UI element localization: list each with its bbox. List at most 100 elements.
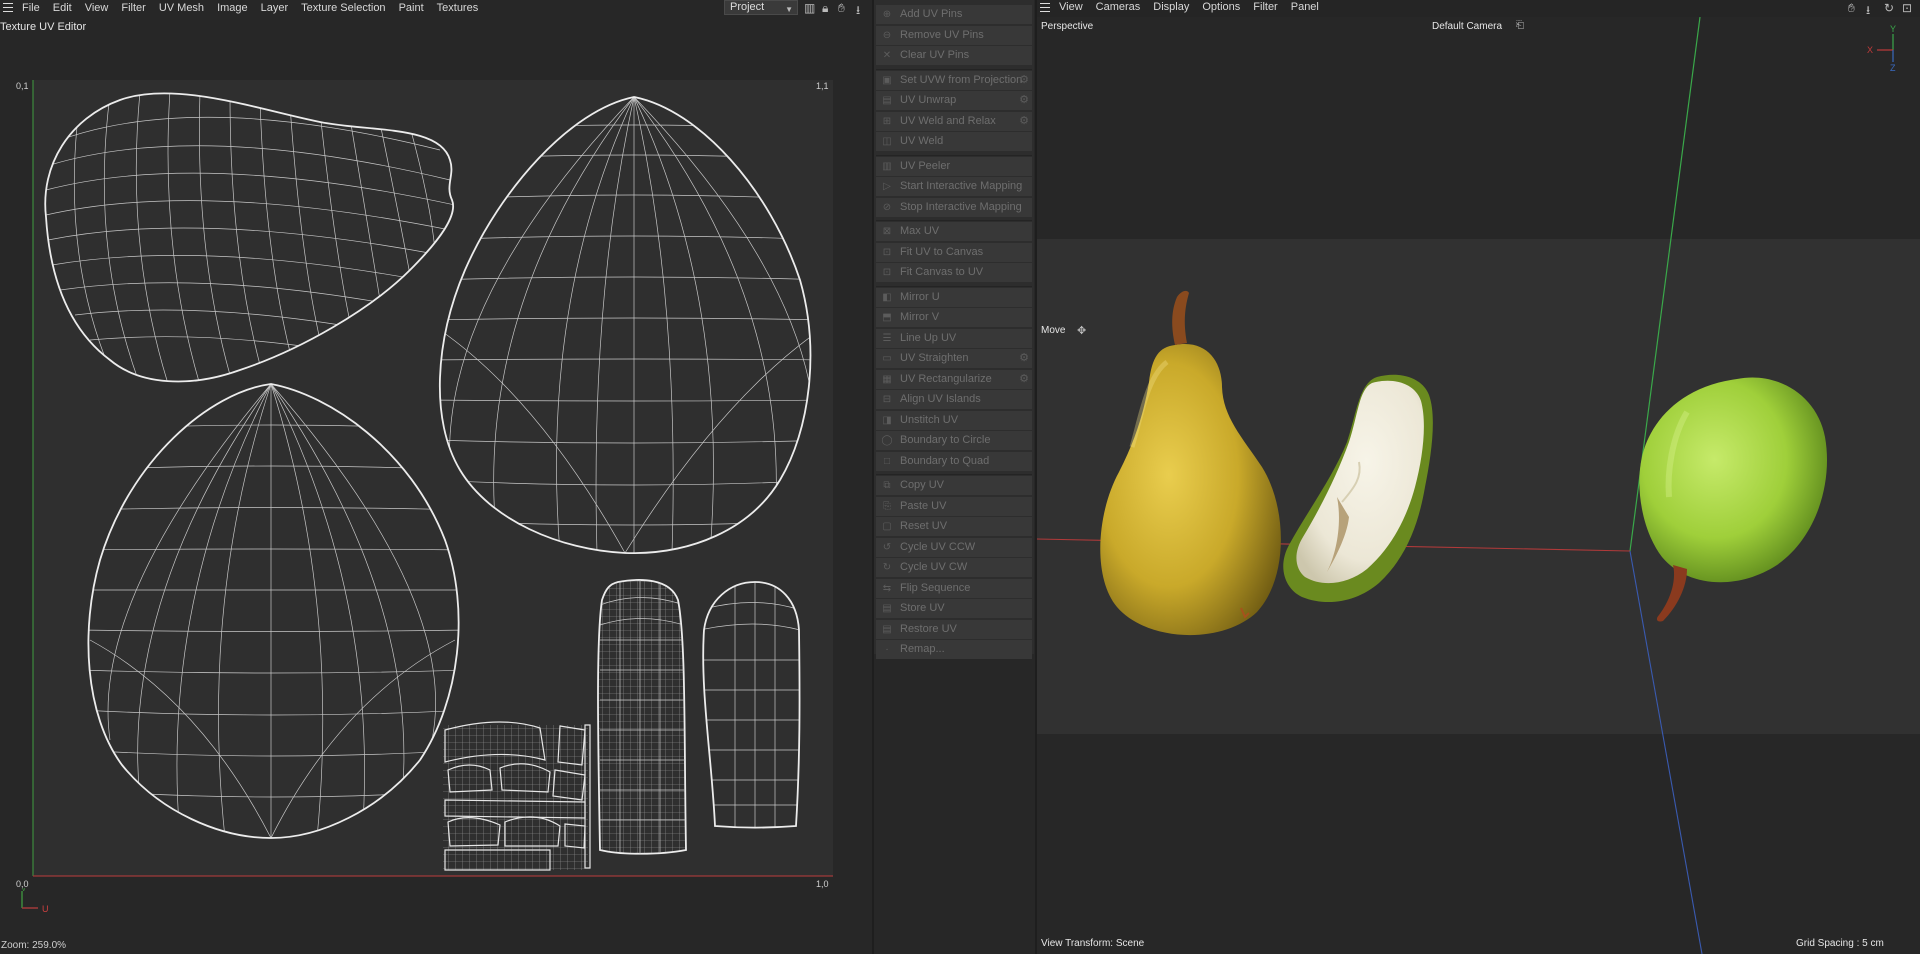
viewport-menu-view[interactable]: View [1059, 1, 1083, 13]
uv-canvas[interactable] [0, 60, 872, 940]
uv-tool-label: Reset UV [900, 520, 948, 532]
viewport-menu-filter[interactable]: Filter [1253, 1, 1277, 13]
mirror-u-icon: ◧ [882, 291, 892, 303]
viewport-menu-panel[interactable]: Panel [1291, 1, 1319, 13]
line-up-icon: ☰ [882, 332, 892, 344]
v-axis-label: V [21, 888, 27, 893]
uv-tool-label: UV Rectangularize [900, 372, 992, 385]
perspective-viewport[interactable]: View Cameras Display Options Filter Pane… [1037, 0, 1920, 954]
uv-tool-label: UV Weld and Relax [900, 114, 996, 127]
uv-tool-button[interactable]: ⊘ Stop Interactive Mapping [876, 197, 1032, 217]
project-select[interactable]: Project ▼ [724, 0, 798, 15]
paste-icon: ⎘ [883, 500, 891, 512]
menu-edit[interactable]: Edit [53, 2, 72, 14]
uv-tool-button[interactable]: ◨ Unstitch UV [876, 410, 1032, 430]
weld-icon: ◫ [882, 136, 892, 147]
dolly-icon[interactable]: ⭳ [856, 1, 860, 22]
hamburger-menu-icon[interactable] [1040, 2, 1050, 12]
uv-island-cluster[interactable] [443, 721, 591, 871]
rotate-icon[interactable]: ↻ [1884, 1, 1894, 15]
uv-tool-button[interactable]: ⊟ Align UV Islands [876, 390, 1032, 409]
stop-icon: ⊘ [882, 201, 892, 213]
uv-tool-label: UV Peeler [900, 159, 951, 172]
viewport-menu-options[interactable]: Options [1202, 1, 1240, 13]
gear-icon[interactable]: ⚙ [1019, 91, 1029, 110]
pin-icon: ⊕ [882, 9, 892, 20]
pin-remove-icon: ⊖ [882, 29, 892, 41]
coord-bottom-right: 1,0 [816, 879, 829, 889]
store-icon: ▤ [882, 603, 892, 614]
viewport-menubar: View Cameras Display Options Filter Pane… [1037, 0, 1920, 17]
menu-uv-mesh[interactable]: UV Mesh [159, 2, 204, 14]
histogram-icon[interactable]: ▥ [804, 1, 815, 15]
uv-tool-button[interactable]: · Remap... [876, 640, 1032, 659]
gear-icon[interactable]: ⚙ [1019, 349, 1029, 368]
rectangularize-icon: ▦ [882, 373, 892, 385]
uv-tool-button[interactable]: □ Boundary to Quad [876, 451, 1032, 471]
maximize-icon[interactable]: ⊡ [1902, 1, 1912, 15]
uv-tool-button[interactable]: ☰ Line Up UV [876, 328, 1032, 348]
uv-tool-button[interactable]: ↺ Cycle UV CCW [876, 537, 1032, 557]
uv-tool-button[interactable]: ▥ UV Peeler [876, 156, 1032, 176]
menu-texture-selection[interactable]: Texture Selection [301, 2, 385, 14]
menu-image[interactable]: Image [217, 2, 248, 14]
gear-icon[interactable]: ⚙ [1019, 370, 1029, 389]
camera-link-icon[interactable]: ⎗ [1516, 20, 1524, 31]
uv-tool-button[interactable]: ▢ Reset UV [876, 517, 1032, 536]
uv-tool-label: Cycle UV CCW [900, 540, 976, 553]
menu-textures[interactable]: Textures [437, 2, 479, 14]
uv-tool-button[interactable]: ▭ UV Straighten ⚙ [876, 349, 1032, 368]
uv-tool-button[interactable]: ◯ Boundary to Circle [876, 431, 1032, 450]
uv-tool-button[interactable]: ⊡ Fit Canvas to UV [876, 263, 1032, 282]
uv-editor-menubar: File Edit View Filter UV Mesh Image Laye… [0, 0, 491, 15]
uv-tool-button[interactable]: ⎘ Paste UV [876, 496, 1032, 516]
uv-tool-button[interactable]: ▦ UV Rectangularize ⚙ [876, 369, 1032, 389]
projection-label[interactable]: Perspective [1041, 21, 1093, 32]
axis-gizmo[interactable]: Y X Z [1863, 22, 1915, 74]
grid-spacing-label: Grid Spacing : 5 cm [1796, 938, 1884, 949]
scene-render[interactable] [1037, 17, 1920, 954]
uv-tile [33, 80, 833, 876]
menu-layer[interactable]: Layer [261, 2, 289, 14]
uv-tool-button[interactable]: ⊞ UV Weld and Relax ⚙ [876, 111, 1032, 131]
uv-tool-button[interactable]: ▤ UV Unwrap ⚙ [876, 91, 1032, 110]
gear-icon[interactable]: ⚙ [1019, 71, 1029, 90]
hamburger-menu-icon[interactable] [3, 3, 13, 12]
viewport-menu-display[interactable]: Display [1153, 1, 1189, 13]
texture-uv-editor: File Edit View Filter UV Mesh Image Laye… [0, 0, 872, 954]
uv-tool-button[interactable]: ⊠ Max UV [876, 222, 1032, 241]
mirror-v-icon: ⬒ [882, 312, 892, 323]
uv-tool-button[interactable]: ▣ Set UVW from Projection ⚙ [876, 70, 1032, 90]
uv-tool-button[interactable]: ↻ Cycle UV CW [876, 558, 1032, 577]
uv-tools-panel: ⊕ Add UV Pins ⊖ Remove UV Pins ✕ Clear UV Pin… [874, 0, 1034, 659]
camera-label[interactable]: Default Camera [1432, 21, 1502, 32]
hand-pan-icon[interactable]: ✋︎ [838, 1, 845, 16]
uv-tool-button[interactable]: ▤ Restore UV [876, 619, 1032, 639]
gear-icon[interactable]: ⚙ [1019, 112, 1029, 131]
uv-tool-button[interactable]: ⧉ Copy UV [876, 476, 1032, 495]
uv-tool-button[interactable]: ◧ Mirror U [876, 287, 1032, 307]
viewport-menu-cameras[interactable]: Cameras [1096, 1, 1141, 13]
uv-tool-button[interactable]: ⇆ Flip Sequence [876, 578, 1032, 598]
hand-pan-icon[interactable]: ✋︎ [1848, 1, 1855, 16]
cycle-cw-icon: ↻ [882, 562, 892, 573]
uv-tool-button[interactable]: ✕ Clear UV Pins [876, 46, 1032, 65]
uv-tool-label: Cycle UV CW [900, 561, 968, 573]
uv-tool-button[interactable]: ⊡ Fit UV to Canvas [876, 242, 1032, 262]
uv-tool-button[interactable]: ▤ Store UV [876, 599, 1032, 618]
menu-view[interactable]: View [85, 2, 109, 14]
uv-tool-label: Paste UV [900, 499, 947, 512]
uv-tool-label: Restore UV [900, 622, 957, 635]
lock-icon[interactable]: 🔒︎ [822, 1, 828, 16]
align-icon: ⊟ [882, 394, 892, 405]
menu-filter[interactable]: Filter [121, 2, 145, 14]
move-icon: ✥ [1077, 325, 1087, 337]
uv-tool-button[interactable]: ▷ Start Interactive Mapping [876, 177, 1032, 196]
uv-tool-button[interactable]: ⬒ Mirror V [876, 308, 1032, 327]
uv-tool-button[interactable]: ◫ UV Weld [876, 132, 1032, 151]
menu-paint[interactable]: Paint [399, 2, 424, 14]
uv-tool-button[interactable]: ⊖ Remove UV Pins [876, 25, 1032, 45]
uv-tool-button[interactable]: ⊕ Add UV Pins [876, 5, 1032, 24]
tool-group-separator [876, 68, 1032, 70]
menu-file[interactable]: File [22, 2, 40, 14]
